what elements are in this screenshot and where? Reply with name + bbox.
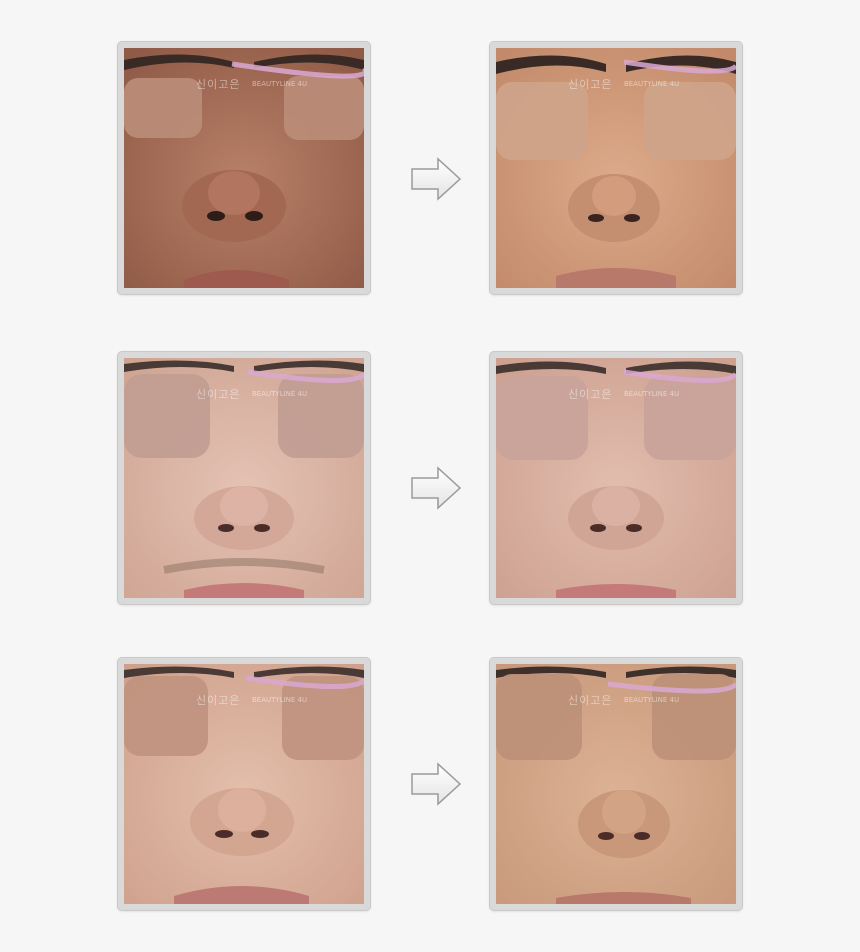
face-image: 신이고은 BEAUTYLINE 4U (496, 358, 736, 598)
nose-photo-svg (496, 358, 736, 598)
nose-photo-svg (124, 48, 364, 288)
face-image: 신이고은 BEAUTYLINE 4U (124, 664, 364, 904)
watermark-main: 신이고은 (196, 78, 241, 91)
watermark-sub: BEAUTYLINE 4U (252, 80, 308, 88)
watermark-main: 신이고은 (196, 388, 241, 401)
nose-photo-svg (496, 48, 736, 288)
before-photo-2: 신이고은 BEAUTYLINE 4U (118, 352, 370, 604)
watermark-main: 신이고은 (568, 694, 613, 707)
before-photo-1: 신이고은 BEAUTYLINE 4U (118, 42, 370, 294)
watermark-main: 신이고은 (196, 694, 241, 707)
after-photo-3: 신이고은 BEAUTYLINE 4U (490, 658, 742, 910)
watermark-sub: BEAUTYLINE 4U (624, 80, 680, 88)
nose-photo-svg (124, 358, 364, 598)
right-arrow-icon (411, 762, 462, 806)
watermark-main: 신이고은 (568, 388, 613, 401)
watermark-sub: BEAUTYLINE 4U (252, 390, 308, 398)
watermark-sub: BEAUTYLINE 4U (624, 390, 680, 398)
after-photo-2: 신이고은 BEAUTYLINE 4U (490, 352, 742, 604)
watermark-sub: BEAUTYLINE 4U (624, 696, 680, 704)
face-image: 신이고은 BEAUTYLINE 4U (124, 48, 364, 288)
right-arrow-icon (411, 466, 462, 510)
watermark-sub: BEAUTYLINE 4U (252, 696, 308, 704)
nose-photo-svg (496, 664, 736, 904)
nose-photo-svg (124, 664, 364, 904)
after-photo-1: 신이고은 BEAUTYLINE 4U (490, 42, 742, 294)
face-image: 신이고은 BEAUTYLINE 4U (124, 358, 364, 598)
face-image: 신이고은 BEAUTYLINE 4U (496, 664, 736, 904)
watermark-main: 신이고은 (568, 78, 613, 91)
before-photo-3: 신이고은 BEAUTYLINE 4U (118, 658, 370, 910)
before-after-gallery: 신이고은 BEAUTYLINE 4U 신이고은 BEAUTYLINE 4U 신이… (0, 0, 860, 952)
face-image: 신이고은 BEAUTYLINE 4U (496, 48, 736, 288)
right-arrow-icon (411, 157, 462, 201)
